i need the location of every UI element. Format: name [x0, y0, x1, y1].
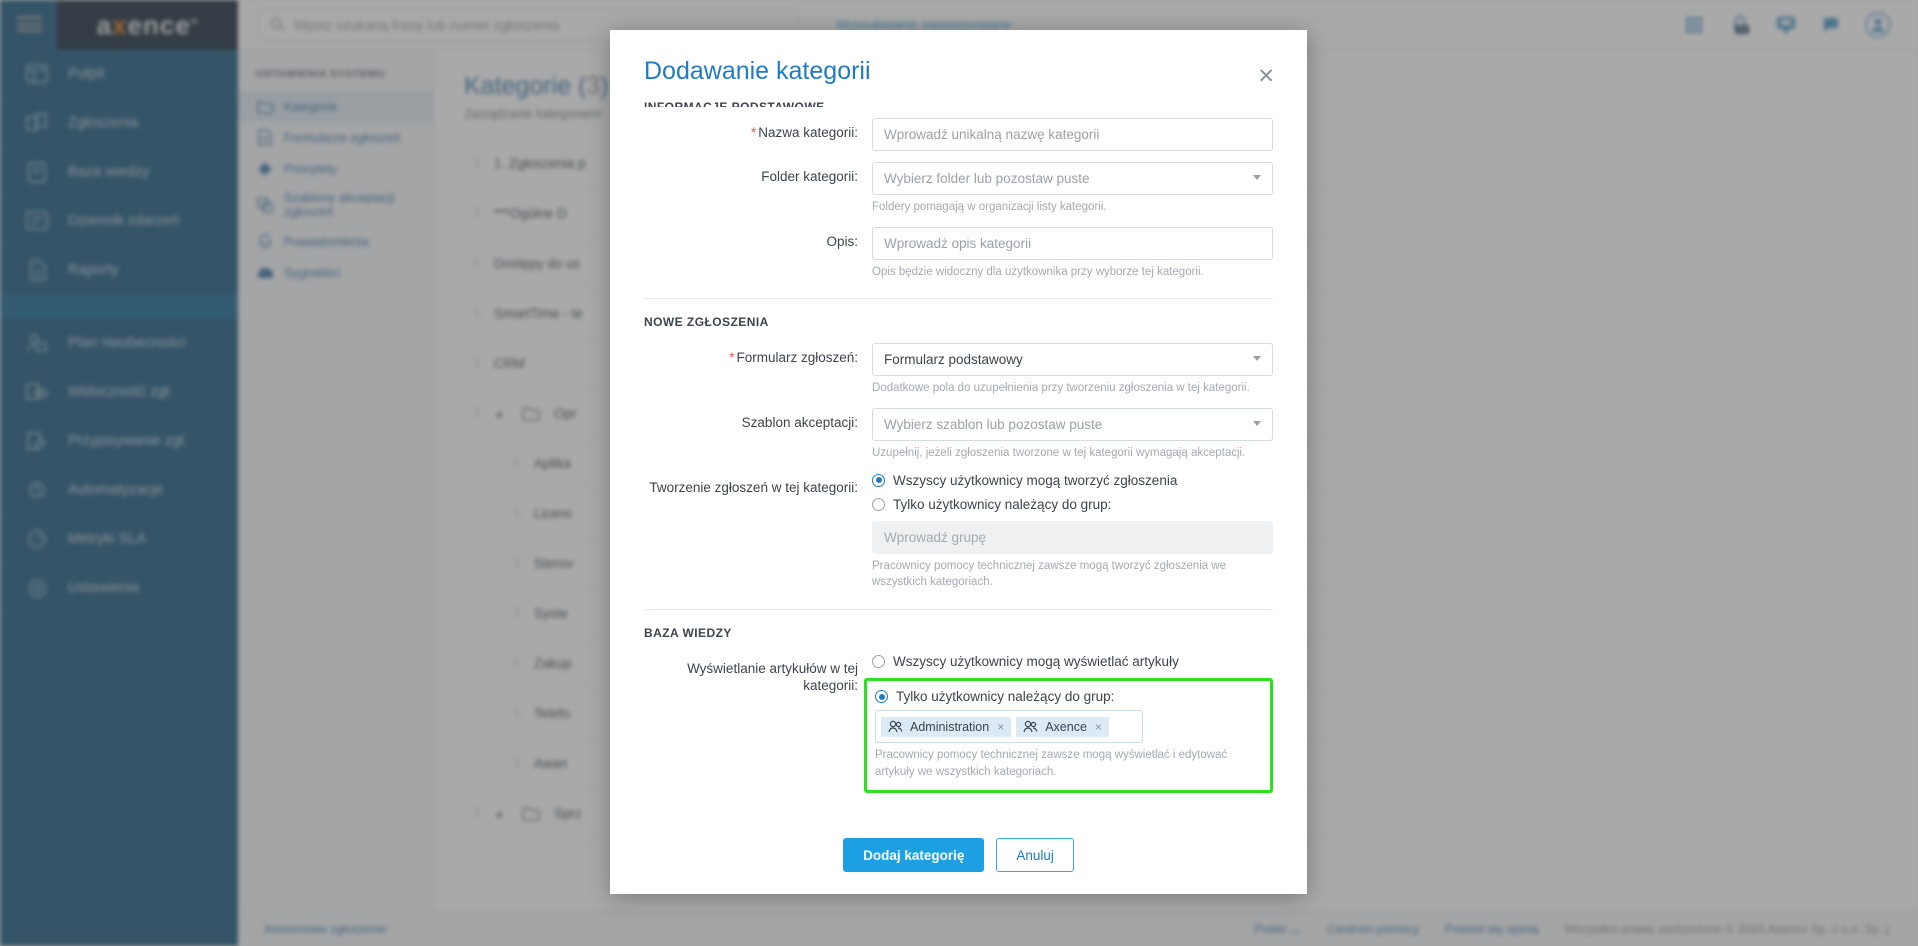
radio-button[interactable] [875, 690, 888, 704]
section-header-basic-info: INFORMACJE PODSTAWOWE [644, 100, 825, 107]
group-icon [888, 720, 903, 733]
field-hint: Pracownicy pomocy technicznej zawsze mog… [872, 559, 1227, 589]
field-label: * Nazwa kategorii: [644, 118, 872, 142]
field-category-name: * Nazwa kategorii: [644, 118, 1273, 151]
field-ticket-form: * Formularz zgłoszeń: Formularz podstawow… [644, 343, 1273, 397]
radio-ticket-creation-groups[interactable]: Tylko użytkownicy należący do grup: [872, 497, 1273, 512]
radio-button[interactable] [872, 655, 885, 669]
chip-label: Axence [1045, 719, 1087, 734]
group-chip[interactable]: Axence × [1016, 716, 1109, 737]
group-icon [1023, 720, 1038, 733]
field-article-visibility: Wyświetlanie artykułów w tej kategorii: … [644, 654, 1273, 794]
field-approval-template: Szablon akceptacji: Wybierz szablon lub … [644, 408, 1273, 462]
input-placeholder: Wprowadź grupę [884, 529, 987, 545]
modal-header: Dodawanie kategorii ✕ [610, 30, 1307, 87]
field-ticket-creation: Tworzenie zgłoszeń w tej kategorii: Wszy… [644, 473, 1273, 591]
field-hint: Opis będzie widoczny dla użytkownika prz… [872, 265, 1204, 278]
select-value: Formularz podstawowy [884, 352, 1023, 368]
section-header-knowledge-base: BAZA WIEDZY [644, 626, 732, 641]
label-text: Formularz zgłoszeń: [736, 350, 858, 366]
label-text: Nazwa kategorii: [758, 125, 858, 140]
radio-article-visibility-all[interactable]: Wszyscy użytkownicy mogą wyświetlać arty… [872, 654, 1273, 669]
add-category-button[interactable]: Dodaj kategorię [843, 838, 985, 872]
cancel-button[interactable]: Anuluj [996, 838, 1074, 872]
chip-label: Administration [910, 719, 990, 734]
select-placeholder: Wybierz folder lub pozostaw puste [884, 171, 1090, 186]
radio-button[interactable] [872, 497, 885, 511]
radio-ticket-creation-all[interactable]: Wszyscy użytkownicy mogą tworzyć zgłosze… [872, 473, 1273, 488]
field-hint: Pracownicy pomocy technicznej zawsze mog… [875, 749, 1228, 778]
modal-footer: Dodaj kategorię Anuluj [610, 822, 1307, 894]
field-label: Folder kategorii: [761, 169, 858, 184]
field-category-folder: Folder kategorii: Wybierz folder lub poz… [644, 162, 1273, 216]
radio-label: Wszyscy użytkownicy mogą tworzyć zgłosze… [893, 472, 1178, 488]
field-hint: Dodatkowe pola do uzupełnienia przy twor… [872, 382, 1250, 395]
required-marker: * [750, 125, 757, 140]
category-name-input[interactable] [872, 118, 1273, 151]
section-divider [644, 609, 1273, 611]
field-label: Szablon akceptacji: [741, 415, 858, 431]
field-hint: Uzupełnij, jeżeli zgłoszenia tworzone w … [872, 447, 1246, 460]
chip-remove-icon[interactable]: × [997, 720, 1004, 734]
field-hint: Foldery pomagają w organizacji listy kat… [872, 201, 1107, 213]
radio-button[interactable] [872, 473, 885, 487]
radio-label: Tylko użytkownicy należący do grup: [896, 689, 1115, 705]
modal-body: INFORMACJE PODSTAWOWE * Nazwa kategorii: … [610, 86, 1307, 822]
radio-label: Wszyscy użytkownicy mogą wyświetlać arty… [893, 654, 1179, 670]
radio-label: Tylko użytkownicy należący do grup: [893, 496, 1112, 512]
field-label: Wyświetlanie artykułów w tej kategorii: [687, 661, 858, 693]
field-label: Tworzenie zgłoszeń w tej kategorii: [649, 479, 858, 495]
modal-title: Dodawanie kategorii [644, 57, 871, 85]
ticket-creation-groups-input: Wprowadź grupę [872, 520, 1273, 554]
select-placeholder: Wybierz szablon lub pozostaw puste [884, 417, 1103, 433]
section-divider [644, 298, 1273, 300]
article-visibility-groups-input[interactable]: Administration × Axence × [875, 710, 1143, 744]
required-marker: * [729, 350, 735, 366]
add-category-modal: Dodawanie kategorii ✕ INFORMACJE PODSTAW… [610, 30, 1307, 894]
article-visibility-highlight: Tylko użytkownicy należący do grup: Admi… [864, 678, 1273, 794]
field-label: Opis: [826, 233, 858, 249]
group-chip[interactable]: Administration × [881, 716, 1012, 737]
ticket-form-select[interactable]: Formularz podstawowy [872, 343, 1273, 377]
category-description-input[interactable] [872, 226, 1273, 260]
approval-template-select[interactable]: Wybierz szablon lub pozostaw puste [872, 408, 1273, 442]
radio-article-visibility-groups[interactable]: Tylko użytkownicy należący do grup: [875, 689, 1260, 704]
category-folder-select[interactable]: Wybierz folder lub pozostaw puste [872, 162, 1273, 195]
chip-remove-icon[interactable]: × [1095, 720, 1102, 734]
field-category-description: Opis: Opis będzie widoczny dla użytkowni… [644, 226, 1273, 281]
field-label: * Formularz zgłoszeń: [644, 343, 872, 367]
section-header-new-tickets: NOWE ZGŁOSZENIA [644, 315, 769, 330]
